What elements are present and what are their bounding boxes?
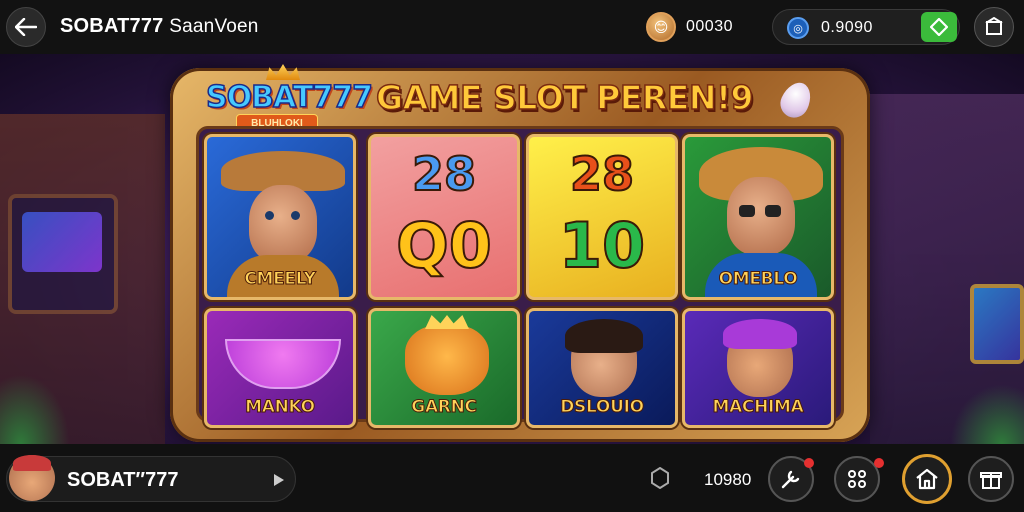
tile-number-top: 28: [569, 146, 635, 202]
chip-icon[interactable]: [650, 467, 670, 489]
tile-label: DSLOUIO: [560, 397, 645, 418]
logo-text: SOBAT777: [205, 79, 373, 116]
character-face: [565, 319, 643, 397]
tile-number-top: 28: [411, 146, 477, 202]
game-tile[interactable]: MANKO: [204, 308, 356, 428]
potion-bowl-icon: [225, 339, 341, 389]
game-tile[interactable]: MACHIMA: [682, 308, 834, 428]
avatar: [9, 455, 55, 501]
gift-icon: [980, 472, 1002, 489]
app-title: SOBAT777 SaanVoen: [60, 15, 259, 38]
bottom-value: 10980: [704, 470, 752, 489]
balance-pill[interactable]: ◎ 0.9090: [772, 9, 960, 45]
gift-button[interactable]: [968, 456, 1014, 502]
wrench-icon: [781, 470, 800, 489]
back-arrow-icon: [15, 18, 37, 36]
house-icon: [916, 468, 938, 490]
game-tile[interactable]: CMEELY: [204, 134, 356, 300]
tile-label: MANKO: [245, 397, 316, 418]
top-bar: SOBAT777 SaanVoen 😊 00030 ◎ 0.9090: [0, 0, 1024, 54]
game-tile[interactable]: 28 Q0: [368, 134, 520, 300]
bottom-bar: SOBAT″777 10980: [0, 444, 1024, 512]
game-scene: SOBAT777 BLUHLOKI GAME SLOT PEREN!9 CMEE…: [0, 54, 1024, 444]
user-profile-pill[interactable]: SOBAT″777: [6, 455, 296, 502]
dice-icon: [848, 470, 866, 488]
back-button[interactable]: [6, 7, 46, 47]
home-button[interactable]: [902, 454, 952, 504]
coin-value: 00030: [686, 18, 733, 35]
username: SOBAT″777: [67, 469, 179, 491]
tile-label: GARNC: [411, 397, 478, 418]
tiger-king-icon: [405, 315, 489, 395]
balance-coin-icon: ◎: [787, 17, 809, 39]
game-tile[interactable]: GARNC: [368, 308, 520, 428]
banner-headline: GAME SLOT PEREN!9: [375, 77, 754, 118]
character-face: [249, 185, 317, 263]
tools-button[interactable]: [768, 456, 814, 502]
games-button[interactable]: [834, 456, 884, 502]
diamond-icon: [930, 18, 948, 36]
game-tile[interactable]: 28 10: [526, 134, 678, 300]
crown-icon: [266, 64, 300, 80]
sobat777-logo: SOBAT777 BLUHLOKI: [205, 64, 374, 132]
character-face: [723, 319, 797, 397]
home-menu-button[interactable]: [974, 7, 1014, 47]
play-arrow-icon: [274, 474, 284, 486]
balance-value: 0.9090: [821, 19, 873, 36]
notification-dot: [804, 458, 814, 468]
tile-number-bottom: 10: [558, 208, 646, 283]
plant-decoration: [0, 374, 70, 444]
game-tile[interactable]: OMEBLO: [682, 134, 834, 300]
app-title-main: SOBAT777: [60, 15, 164, 37]
slot-frame: SOBAT777 BLUHLOKI GAME SLOT PEREN!9 CMEE…: [170, 64, 870, 442]
notification-dot: [874, 458, 884, 468]
tile-label: OMEBLO: [718, 269, 798, 290]
tile-label: CMEELY: [244, 269, 317, 290]
plant-decoration: [950, 384, 1024, 444]
gem-icon: [775, 77, 817, 123]
game-tile[interactable]: DSLOUIO: [526, 308, 678, 428]
home-icon: [985, 17, 1003, 35]
app-title-sub: SaanVoen: [169, 16, 259, 37]
character-face: [727, 177, 795, 255]
add-balance-button[interactable]: [921, 12, 957, 42]
coin-avatar-icon[interactable]: 😊: [646, 12, 676, 42]
tile-number-bottom: Q0: [395, 208, 493, 283]
tile-label: MACHIMA: [712, 397, 804, 418]
